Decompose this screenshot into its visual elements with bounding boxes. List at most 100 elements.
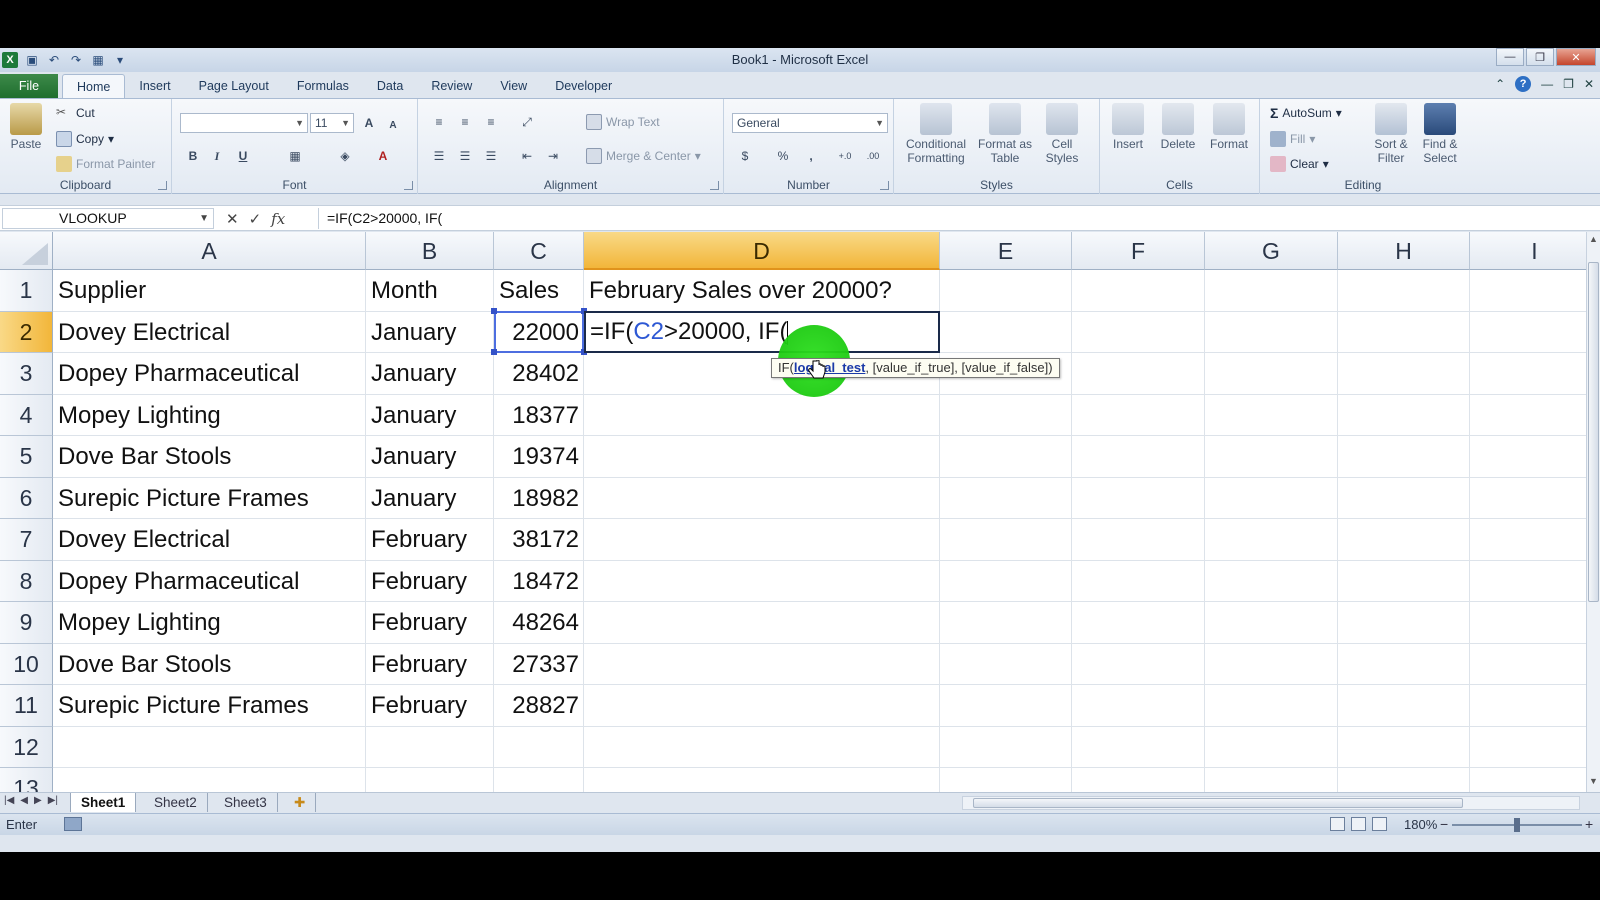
cell-empty[interactable] xyxy=(1205,602,1338,644)
row-header-10[interactable]: 10 xyxy=(0,643,53,685)
row-header-4[interactable]: 4 xyxy=(0,394,53,436)
sheet-tab-sheet1[interactable]: Sheet1 xyxy=(70,793,137,812)
row-header-3[interactable]: 3 xyxy=(0,353,53,395)
paste-button[interactable]: Paste xyxy=(6,103,46,151)
cell-sales[interactable]: 28402 xyxy=(494,353,584,395)
column-header-a[interactable]: A xyxy=(53,232,366,270)
column-header-d[interactable]: D xyxy=(584,232,940,270)
number-launcher[interactable] xyxy=(880,181,889,190)
cell-empty[interactable] xyxy=(1205,726,1338,768)
cell-empty[interactable] xyxy=(1338,768,1470,792)
doc-restore-icon[interactable]: ❐ xyxy=(1563,77,1574,91)
cell-month[interactable]: January xyxy=(366,311,494,353)
cell-sales[interactable]: 18982 xyxy=(494,477,584,519)
row-header-8[interactable]: 8 xyxy=(0,560,53,602)
cell-supplier[interactable]: Dopey Pharmaceutical xyxy=(53,353,366,395)
cell-empty[interactable] xyxy=(584,643,940,685)
insert-function-icon[interactable]: fx xyxy=(271,210,285,228)
minimize-button[interactable]: — xyxy=(1496,48,1524,66)
page-layout-view-icon[interactable] xyxy=(1351,817,1366,831)
cell-empty[interactable] xyxy=(1072,477,1205,519)
cell-sales[interactable]: 18472 xyxy=(494,560,584,602)
scroll-down-icon[interactable]: ▼ xyxy=(1589,776,1598,786)
cell-empty[interactable] xyxy=(1338,560,1470,602)
cell-empty[interactable] xyxy=(494,726,584,768)
cell-month[interactable]: February xyxy=(366,685,494,727)
cell-empty[interactable] xyxy=(940,436,1072,478)
cancel-icon[interactable]: ✕ xyxy=(226,210,239,228)
cell-b1[interactable]: Month xyxy=(366,270,494,312)
scroll-up-icon[interactable]: ▲ xyxy=(1589,234,1598,244)
align-middle-icon[interactable]: ≡ xyxy=(456,113,474,131)
row-header-13[interactable]: 13 xyxy=(0,768,53,792)
increase-decimal-button[interactable]: +.0 xyxy=(836,147,854,165)
row-header-5[interactable]: 5 xyxy=(0,436,53,478)
cell-empty[interactable] xyxy=(1072,560,1205,602)
cell-empty[interactable] xyxy=(1470,644,1586,685)
undo-icon[interactable]: ↶ xyxy=(46,52,62,68)
conditional-formatting-button[interactable]: Conditional Formatting xyxy=(898,103,974,165)
cell-empty[interactable] xyxy=(494,768,584,792)
enter-check-icon[interactable]: ✓ xyxy=(249,210,262,228)
tab-review[interactable]: Review xyxy=(417,74,486,98)
restore-button[interactable]: ❐ xyxy=(1526,48,1554,66)
cell-empty[interactable] xyxy=(584,685,940,727)
cell-empty[interactable] xyxy=(1205,394,1338,436)
cell-supplier[interactable]: Dovey Electrical xyxy=(53,311,366,353)
cell-empty[interactable] xyxy=(1072,602,1205,644)
cell-empty[interactable] xyxy=(940,394,1072,436)
autosum-button[interactable]: Σ AutoSum ▾ xyxy=(1270,105,1342,121)
cell-month[interactable]: January xyxy=(366,436,494,478)
cell-empty[interactable] xyxy=(1470,685,1586,727)
tab-file[interactable]: File xyxy=(0,74,58,98)
cut-button[interactable]: ✂ Cut xyxy=(56,105,95,121)
cell-empty[interactable] xyxy=(584,768,940,792)
cell-empty[interactable] xyxy=(584,560,940,602)
cell-empty[interactable] xyxy=(1205,768,1338,792)
zoom-out-icon[interactable]: − xyxy=(1440,816,1448,832)
format-painter-button[interactable]: Format Painter xyxy=(56,156,155,172)
decrease-indent-icon[interactable]: ⇤ xyxy=(518,147,536,165)
align-center-icon[interactable]: ☰ xyxy=(456,147,474,165)
cell-empty[interactable] xyxy=(366,726,494,768)
align-top-icon[interactable]: ≡ xyxy=(430,113,448,131)
column-header-f[interactable]: F xyxy=(1072,232,1205,270)
merge-center-button[interactable]: Merge & Center ▾ xyxy=(586,148,701,164)
cell-c1[interactable]: Sales xyxy=(494,270,584,312)
doc-close-icon[interactable]: ✕ xyxy=(1584,77,1594,91)
first-sheet-icon[interactable]: |◀ xyxy=(4,795,14,806)
cell-empty[interactable] xyxy=(940,477,1072,519)
cell-month[interactable]: February xyxy=(366,560,494,602)
cell-empty[interactable] xyxy=(1470,312,1586,353)
sheet-tab-sheet2[interactable]: Sheet2 xyxy=(144,793,208,812)
currency-button[interactable]: $ xyxy=(736,147,754,165)
cell-empty[interactable] xyxy=(1338,477,1470,519)
cell-empty[interactable] xyxy=(366,768,494,792)
number-format-field[interactable]: General ▼ xyxy=(732,113,888,133)
cell-empty[interactable] xyxy=(1205,477,1338,519)
alignment-launcher[interactable] xyxy=(710,181,719,190)
cell-empty[interactable] xyxy=(1072,643,1205,685)
borders-icon[interactable]: ▦ xyxy=(90,52,106,68)
clear-button[interactable]: Clear ▾ xyxy=(1270,156,1329,172)
doc-minimize-icon[interactable]: — xyxy=(1541,77,1553,91)
column-header-b[interactable]: B xyxy=(366,232,494,270)
shrink-font-button[interactable]: A xyxy=(384,116,402,134)
cell-supplier[interactable]: Surepic Picture Frames xyxy=(53,685,366,727)
cell-sales[interactable]: 27337 xyxy=(494,643,584,685)
tab-insert[interactable]: Insert xyxy=(125,74,184,98)
tab-view[interactable]: View xyxy=(486,74,541,98)
italic-button[interactable]: I xyxy=(208,147,226,165)
cell-empty[interactable] xyxy=(1205,436,1338,478)
prev-sheet-icon[interactable]: ◀ xyxy=(20,795,28,806)
cell-empty[interactable] xyxy=(940,726,1072,768)
cell-empty[interactable] xyxy=(940,602,1072,644)
delete-cells-button[interactable]: Delete xyxy=(1154,103,1202,151)
zoom-slider-knob[interactable] xyxy=(1514,818,1520,832)
cell-empty[interactable] xyxy=(584,394,940,436)
page-break-view-icon[interactable] xyxy=(1372,817,1387,831)
cell-month[interactable]: January xyxy=(366,353,494,395)
customize-qat-icon[interactable]: ▾ xyxy=(112,52,128,68)
cell-supplier[interactable]: Mopey Lighting xyxy=(53,602,366,644)
cell-empty[interactable] xyxy=(1205,270,1338,312)
